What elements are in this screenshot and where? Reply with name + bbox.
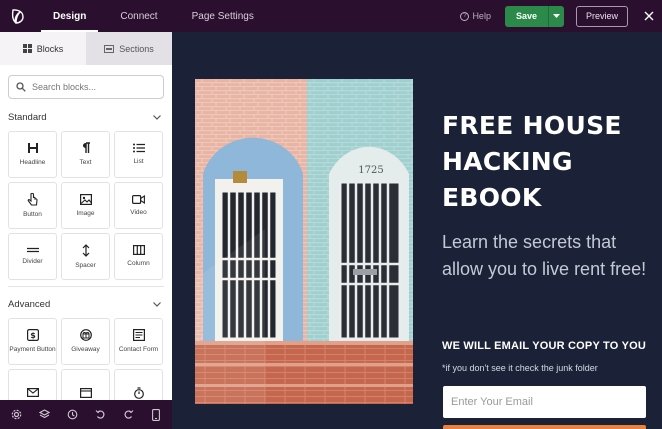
blocks-sidebar: Blocks Sections Standard Headline Text L… bbox=[0, 32, 172, 400]
top-nav: Design Connect Page Settings bbox=[36, 0, 271, 32]
tab-sections-label: Sections bbox=[119, 43, 154, 54]
block-more-1[interactable] bbox=[8, 369, 57, 400]
pointer-icon bbox=[27, 192, 38, 206]
submit-button-edge[interactable] bbox=[443, 425, 646, 429]
block-headline[interactable]: Headline bbox=[8, 131, 57, 178]
sidebar-tabs: Blocks Sections bbox=[0, 32, 172, 65]
list-icon bbox=[132, 143, 145, 153]
ebook-subtext[interactable]: Learn the secrets that allow you to live… bbox=[442, 229, 657, 283]
chevron-down-icon bbox=[153, 301, 161, 307]
column-icon bbox=[132, 245, 145, 256]
block-label: Headline bbox=[19, 159, 46, 167]
video-icon bbox=[132, 194, 145, 204]
redo-icon[interactable] bbox=[118, 405, 138, 425]
save-button[interactable]: Save bbox=[504, 5, 548, 27]
close-icon[interactable] bbox=[638, 0, 660, 32]
save-options-dropdown[interactable] bbox=[547, 5, 564, 27]
dollar-icon: $ bbox=[26, 329, 39, 342]
hero-image[interactable]: 1725 bbox=[195, 79, 413, 404]
block-video[interactable]: Video bbox=[114, 182, 163, 229]
tab-sections[interactable]: Sections bbox=[86, 32, 172, 65]
spacer-icon bbox=[82, 243, 89, 257]
search-blocks-field[interactable] bbox=[8, 75, 164, 99]
block-label: Text bbox=[79, 159, 92, 167]
advanced-section-title: Advanced bbox=[8, 298, 51, 310]
top-actions: ? Help Save Preview bbox=[460, 0, 662, 32]
block-list[interactable]: List bbox=[114, 131, 163, 178]
window-icon bbox=[79, 387, 92, 398]
undo-icon[interactable] bbox=[90, 405, 110, 425]
caret-down-icon bbox=[552, 13, 560, 18]
email-copy-heading[interactable]: WE WILL EMAIL YOUR COPY TO YOU bbox=[442, 340, 646, 352]
history-icon[interactable] bbox=[62, 405, 82, 425]
tab-blocks[interactable]: Blocks bbox=[0, 32, 86, 65]
block-label: Button bbox=[23, 210, 42, 218]
top-bar: Design Connect Page Settings ? Help Save… bbox=[0, 0, 662, 32]
block-divider[interactable]: Divider bbox=[8, 233, 57, 280]
headline-icon bbox=[27, 143, 38, 154]
block-label: Contact Form bbox=[118, 346, 159, 354]
grid-icon bbox=[22, 44, 32, 53]
preview-button[interactable]: Preview bbox=[575, 5, 628, 27]
standard-section-header[interactable]: Standard bbox=[0, 103, 172, 131]
right-door-bars bbox=[338, 180, 402, 341]
block-label: Column bbox=[127, 260, 150, 268]
save-button-group: Save bbox=[504, 5, 564, 27]
block-label: Spacer bbox=[75, 261, 96, 269]
block-giveaway[interactable]: Giveaway bbox=[61, 318, 110, 365]
paragraph-icon bbox=[82, 142, 90, 154]
junk-folder-note[interactable]: *if you don't see it check the junk fold… bbox=[442, 363, 598, 373]
block-label: Giveaway bbox=[71, 346, 100, 354]
bottom-toolbar bbox=[0, 400, 172, 429]
nav-page-settings-tab[interactable]: Page Settings bbox=[175, 0, 271, 32]
block-payment-button[interactable]: $ Payment Button bbox=[8, 318, 57, 365]
form-icon bbox=[132, 329, 145, 342]
mobile-preview-icon[interactable] bbox=[146, 405, 166, 425]
standard-section-title: Standard bbox=[8, 111, 47, 123]
advanced-blocks-grid: $ Payment Button Giveaway Contact Form bbox=[0, 318, 172, 400]
block-text[interactable]: Text bbox=[61, 131, 110, 178]
block-button[interactable]: Button bbox=[8, 182, 57, 229]
block-image[interactable]: Image bbox=[61, 182, 110, 229]
help-label: Help bbox=[472, 11, 491, 21]
envelope-icon bbox=[26, 388, 39, 397]
email-field[interactable] bbox=[443, 386, 646, 418]
nav-design-tab[interactable]: Design bbox=[36, 0, 103, 32]
help-link[interactable]: ? Help bbox=[460, 11, 491, 21]
block-label: Divider bbox=[22, 258, 43, 266]
block-label: Payment Button bbox=[9, 346, 56, 354]
block-spacer[interactable]: Spacer bbox=[61, 233, 110, 280]
section-divider bbox=[8, 286, 164, 287]
giveaway-icon bbox=[79, 329, 92, 342]
block-more-3[interactable] bbox=[114, 369, 163, 400]
block-label: List bbox=[133, 158, 144, 166]
svg-text:$: $ bbox=[30, 331, 36, 340]
seedprod-logo-icon[interactable] bbox=[0, 0, 36, 32]
search-icon bbox=[16, 82, 26, 92]
section-icon bbox=[104, 44, 115, 53]
layers-icon[interactable] bbox=[34, 405, 54, 425]
image-icon bbox=[79, 193, 92, 205]
block-contact-form[interactable]: Contact Form bbox=[114, 318, 163, 365]
divider-icon bbox=[26, 248, 39, 253]
block-more-2[interactable] bbox=[61, 369, 110, 400]
timer-icon bbox=[133, 386, 144, 399]
search-input[interactable] bbox=[32, 82, 152, 92]
email-input[interactable] bbox=[451, 396, 631, 408]
settings-gear-icon[interactable] bbox=[6, 405, 26, 425]
nav-connect-tab[interactable]: Connect bbox=[103, 0, 174, 32]
standard-blocks-grid: Headline Text List Button Image Video Di… bbox=[0, 131, 172, 280]
question-icon: ? bbox=[460, 11, 470, 21]
ebook-headline[interactable]: FREE HOUSE HACKING EBOOK bbox=[442, 108, 652, 216]
tab-blocks-label: Blocks bbox=[36, 43, 64, 54]
page-canvas: 1725 FREE HOUSE HACKING EBOOK Learn the … bbox=[172, 32, 662, 429]
block-column[interactable]: Column bbox=[114, 233, 163, 280]
chevron-down-icon bbox=[153, 114, 161, 120]
block-label: Image bbox=[76, 209, 95, 217]
house-number-text: 1725 bbox=[358, 165, 383, 176]
block-label: Video bbox=[130, 208, 147, 216]
advanced-section-header[interactable]: Advanced bbox=[0, 290, 172, 318]
